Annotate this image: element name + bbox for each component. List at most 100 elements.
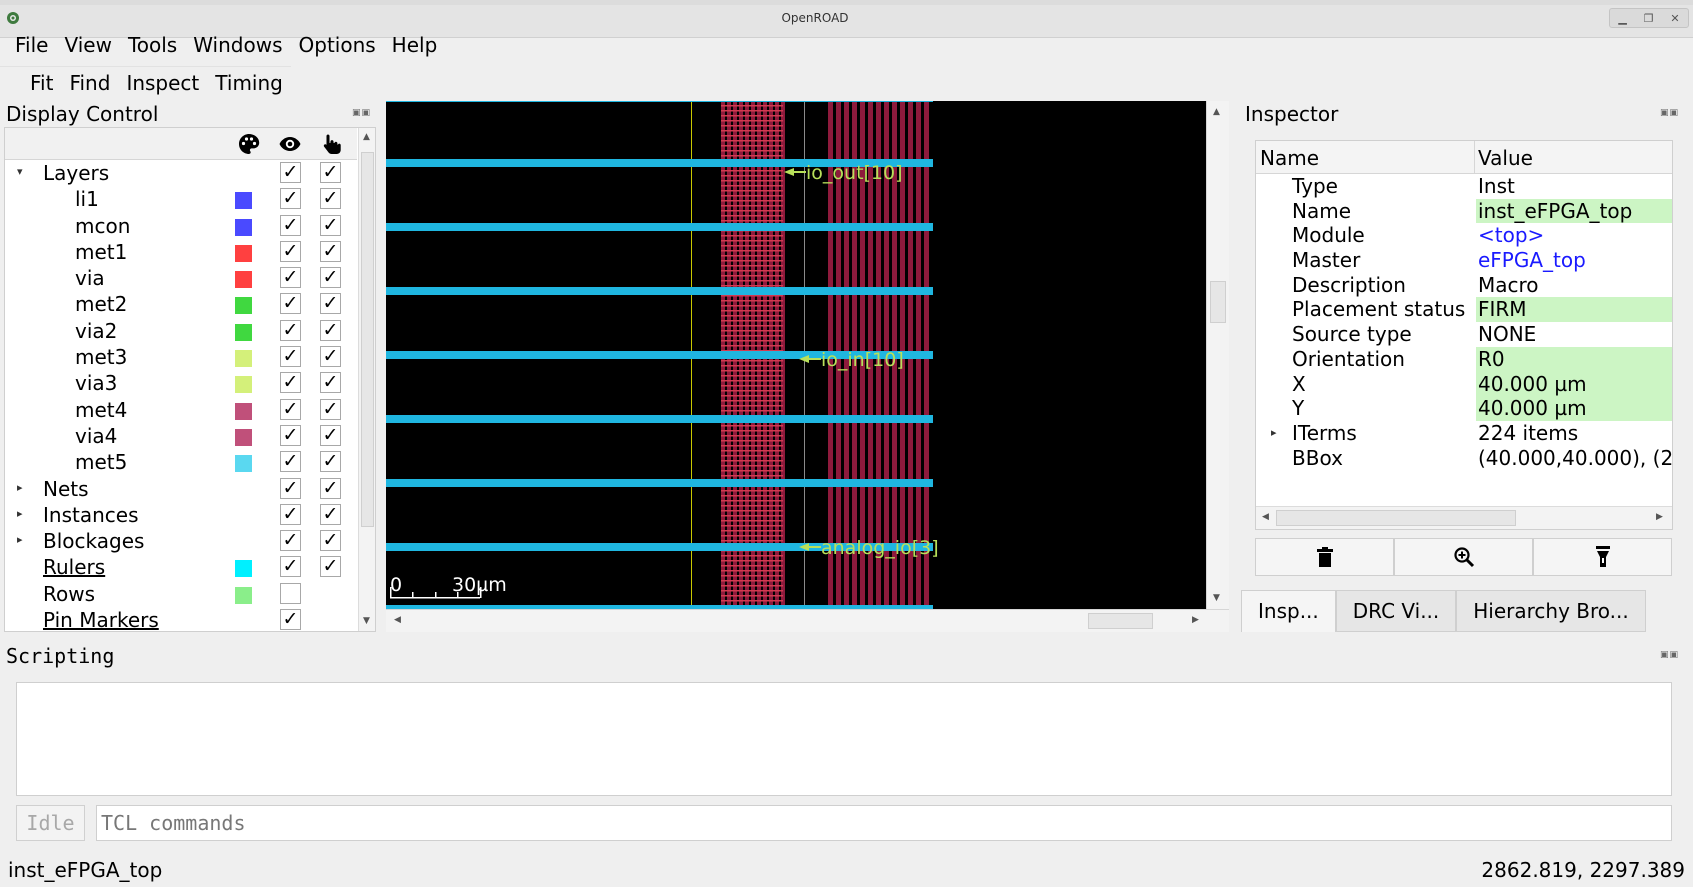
- visible-checkbox[interactable]: ✓: [280, 162, 301, 183]
- selectable-checkbox[interactable]: ✓: [320, 451, 341, 473]
- visible-checkbox[interactable]: ✓: [280, 398, 301, 420]
- visible-checkbox[interactable]: ✓: [280, 609, 301, 631]
- color-swatch[interactable]: [235, 271, 252, 289]
- inspector-row[interactable]: Name inst_eFPGA_top: [1256, 198, 1672, 224]
- timing-button[interactable]: Timing: [207, 67, 291, 98]
- selectable-checkbox[interactable]: ✓: [320, 556, 341, 578]
- layout-horizontal-scrollbar[interactable]: ◀ ▶: [386, 609, 1229, 632]
- column-name-header[interactable]: Name: [1260, 146, 1319, 170]
- selectable-checkbox[interactable]: ✓: [320, 503, 341, 525]
- color-swatch[interactable]: [235, 218, 252, 236]
- inspect-button[interactable]: Inspect: [118, 67, 207, 98]
- color-swatch[interactable]: [235, 244, 252, 262]
- layout-vertical-scrollbar[interactable]: ▲ ▼: [1206, 101, 1229, 609]
- fit-button[interactable]: Fit: [22, 67, 61, 98]
- scroll-up-icon[interactable]: ▲: [1213, 107, 1220, 117]
- inspector-row[interactable]: Master eFPGA_top: [1256, 248, 1672, 273]
- tab-inspector[interactable]: Insp...: [1241, 590, 1336, 632]
- menu-windows[interactable]: Windows: [185, 30, 290, 60]
- color-swatch[interactable]: [235, 323, 252, 341]
- visible-checkbox[interactable]: [280, 582, 301, 604]
- inspector-row[interactable]: ▸ ITerms 224 items: [1256, 421, 1672, 446]
- minimize-icon[interactable]: ▁: [1618, 12, 1626, 25]
- visible-checkbox[interactable]: ✓: [280, 346, 301, 368]
- scroll-left-icon[interactable]: ◀: [394, 615, 401, 625]
- property-link[interactable]: eFPGA_top: [1476, 248, 1672, 273]
- tcl-command-input[interactable]: TCL commands: [96, 805, 1672, 841]
- visible-checkbox[interactable]: ✓: [280, 530, 301, 552]
- display-control-row[interactable]: via4 ✓ ✓: [5, 423, 357, 449]
- color-swatch[interactable]: [235, 350, 252, 368]
- visible-checkbox[interactable]: ✓: [280, 319, 301, 341]
- display-control-row[interactable]: via3 ✓ ✓: [5, 370, 357, 396]
- display-control-row[interactable]: met1 ✓ ✓: [5, 239, 357, 265]
- visible-checkbox[interactable]: ✓: [280, 267, 301, 289]
- visible-checkbox[interactable]: ✓: [280, 188, 301, 210]
- scroll-down-icon[interactable]: ▼: [1213, 593, 1220, 603]
- visible-checkbox[interactable]: ✓: [280, 424, 301, 446]
- dock-float-close-icon[interactable]: ▣▣: [1660, 650, 1679, 660]
- selectable-checkbox[interactable]: ✓: [320, 346, 341, 368]
- layout-canvas[interactable]: io_out[10] io_in[10] analog_io[3] 0 30µm: [386, 101, 1206, 609]
- visible-checkbox[interactable]: ✓: [280, 214, 301, 236]
- scroll-thumb[interactable]: [1210, 281, 1226, 323]
- display-control-row[interactable]: met5 ✓ ✓: [5, 449, 357, 475]
- display-control-row[interactable]: via ✓ ✓: [5, 265, 357, 291]
- color-swatch[interactable]: [235, 560, 252, 578]
- selectable-checkbox[interactable]: ✓: [320, 398, 341, 420]
- color-swatch[interactable]: [235, 192, 252, 210]
- selectable-checkbox[interactable]: ✓: [320, 319, 341, 341]
- find-button[interactable]: Find: [61, 67, 118, 98]
- inspector-horizontal-scrollbar[interactable]: ◀ ▶: [1256, 506, 1672, 529]
- scroll-right-icon[interactable]: ▶: [1656, 512, 1663, 522]
- restore-icon[interactable]: ❐: [1644, 12, 1654, 25]
- property-link[interactable]: <top>: [1476, 223, 1672, 248]
- display-control-row[interactable]: Pin Markers ✓: [5, 607, 357, 631]
- display-control-row[interactable]: ▸ Instances ✓ ✓: [5, 502, 357, 528]
- inspector-row[interactable]: Source type NONE: [1256, 322, 1672, 347]
- scripting-output[interactable]: [16, 682, 1672, 796]
- color-swatch[interactable]: [235, 376, 252, 394]
- scroll-down-icon[interactable]: ▼: [363, 616, 370, 626]
- display-control-row[interactable]: ▸ Nets ✓ ✓: [5, 476, 357, 502]
- selectable-checkbox[interactable]: ✓: [320, 477, 341, 499]
- inspector-row[interactable]: Placement status FIRM: [1256, 297, 1672, 323]
- visible-checkbox[interactable]: ✓: [280, 372, 301, 394]
- visible-checkbox[interactable]: ✓: [280, 503, 301, 525]
- layout-view[interactable]: io_out[10] io_in[10] analog_io[3] 0 30µm: [386, 101, 1206, 609]
- color-swatch[interactable]: [235, 428, 252, 446]
- selectable-checkbox[interactable]: ✓: [320, 188, 341, 210]
- color-swatch[interactable]: [235, 402, 252, 420]
- column-value-header[interactable]: Value: [1478, 146, 1533, 170]
- scroll-thumb[interactable]: [1276, 510, 1516, 526]
- collapse-arrow-icon[interactable]: ▸: [17, 533, 23, 546]
- inspector-row[interactable]: Module <top>: [1256, 223, 1672, 248]
- visible-checkbox[interactable]: ✓: [280, 451, 301, 473]
- display-control-scrollbar[interactable]: ▲ ▼: [358, 128, 375, 631]
- zoom-to-button[interactable]: [1394, 538, 1533, 576]
- menu-view[interactable]: View: [56, 30, 119, 60]
- visible-checkbox[interactable]: ✓: [280, 240, 301, 262]
- color-swatch[interactable]: [235, 455, 252, 473]
- inspector-row[interactable]: Description Macro: [1256, 273, 1672, 298]
- inspector-row[interactable]: X 40.000 µm: [1256, 371, 1672, 397]
- inspector-row[interactable]: Y 40.000 µm: [1256, 396, 1672, 421]
- close-icon[interactable]: ✕: [1670, 12, 1679, 25]
- menu-help[interactable]: Help: [384, 30, 446, 60]
- inspector-row[interactable]: BBox (40.000,40.000), (2: [1256, 446, 1672, 471]
- visible-checkbox[interactable]: ✓: [280, 477, 301, 499]
- selectable-checkbox[interactable]: ✓: [320, 214, 341, 236]
- collapse-arrow-icon[interactable]: ▸: [17, 481, 23, 494]
- color-swatch[interactable]: [235, 297, 252, 315]
- menu-options[interactable]: Options: [291, 30, 384, 60]
- scroll-thumb[interactable]: [361, 152, 374, 527]
- expand-arrow-icon[interactable]: ▾: [17, 165, 23, 178]
- display-control-row[interactable]: ▾ Layers ✓ ✓: [5, 160, 357, 186]
- dock-float-close-icon[interactable]: ▣▣: [352, 108, 371, 118]
- menu-file[interactable]: File: [0, 30, 56, 60]
- inspector-row[interactable]: Type Inst: [1256, 174, 1672, 199]
- display-control-row[interactable]: ▸ Blockages ✓ ✓: [5, 528, 357, 554]
- display-control-row[interactable]: mcon ✓ ✓: [5, 213, 357, 239]
- color-swatch[interactable]: [235, 586, 252, 604]
- selectable-checkbox[interactable]: ✓: [320, 530, 341, 552]
